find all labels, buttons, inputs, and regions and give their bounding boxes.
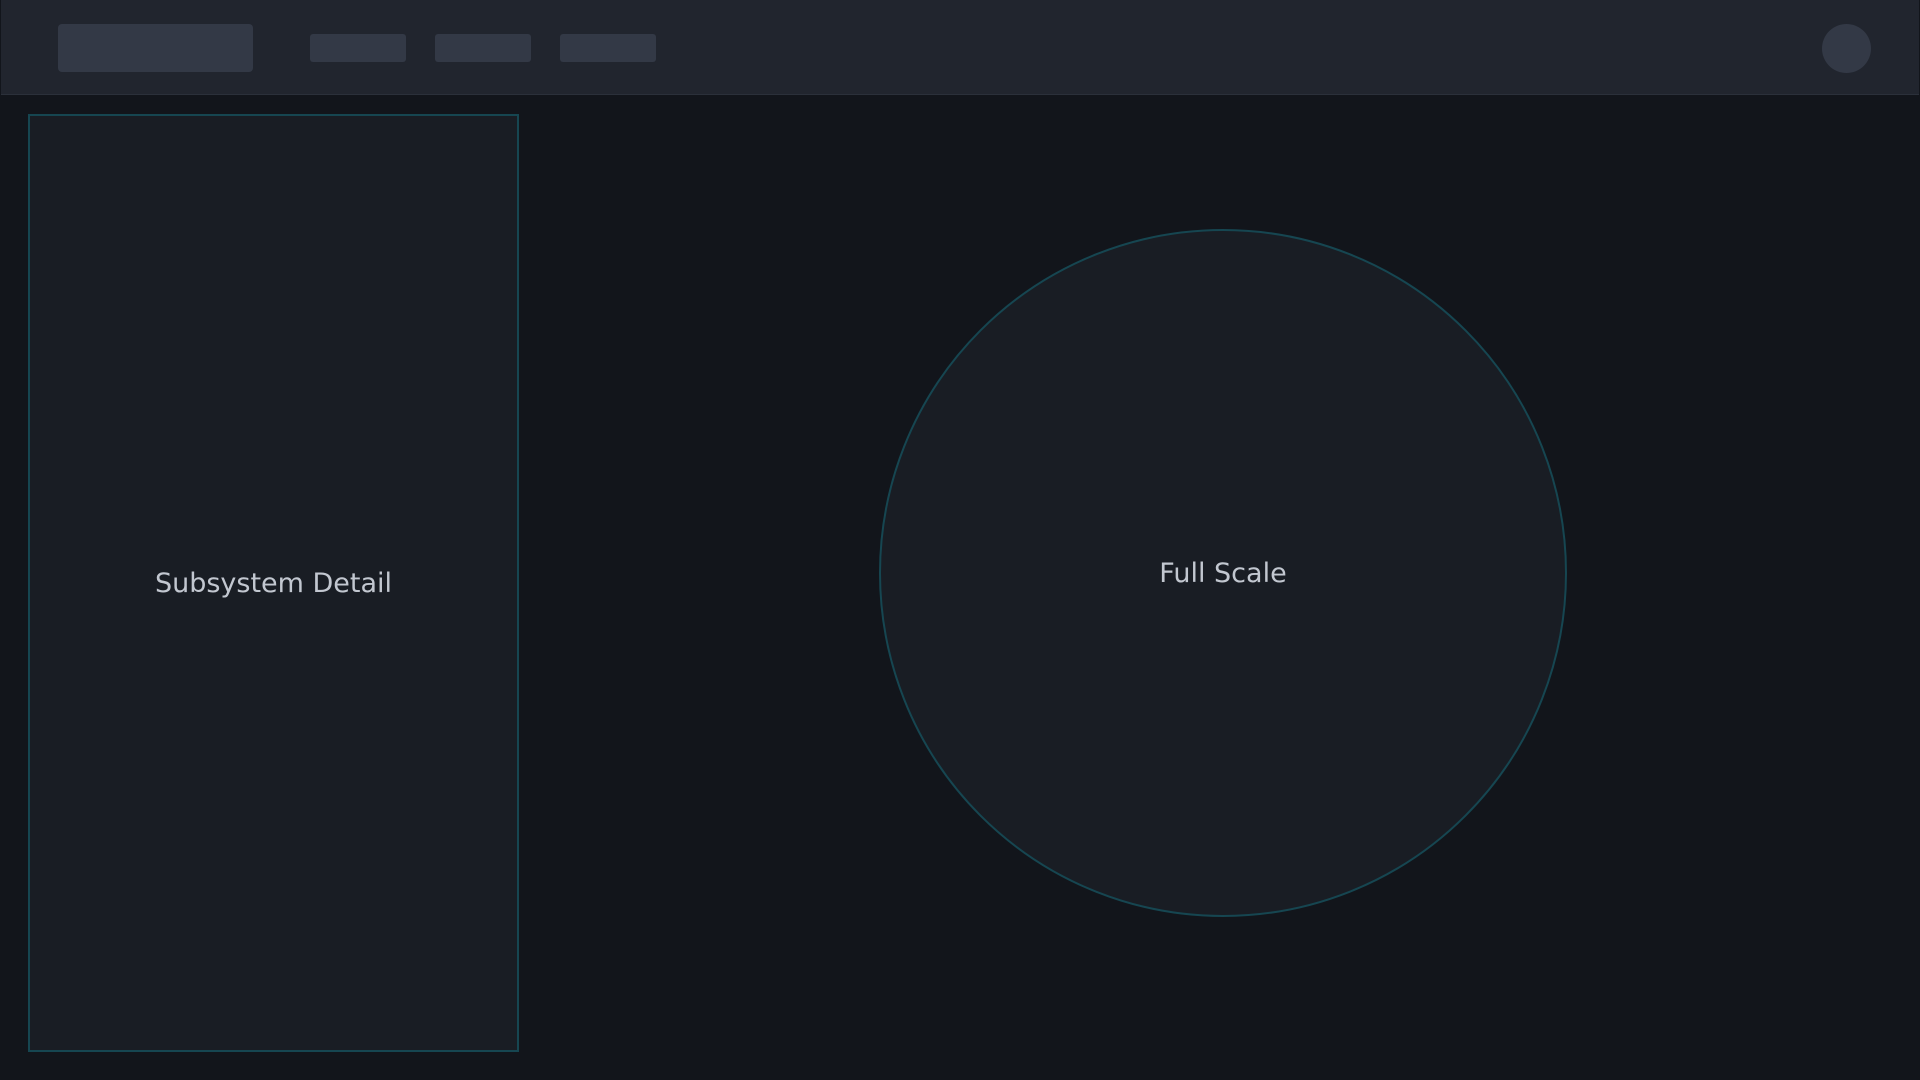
full-scale-view[interactable]: Full Scale	[879, 229, 1567, 917]
subsystem-detail-panel[interactable]: Subsystem Detail	[28, 114, 519, 1052]
nav-item-3[interactable]	[560, 34, 656, 62]
logo-placeholder[interactable]	[58, 24, 253, 72]
nav-item-1[interactable]	[310, 34, 406, 62]
full-scale-label: Full Scale	[1159, 557, 1287, 589]
top-bar	[1, 0, 1919, 95]
avatar[interactable]	[1822, 24, 1871, 73]
nav-item-2[interactable]	[435, 34, 531, 62]
subsystem-detail-label: Subsystem Detail	[154, 567, 393, 599]
